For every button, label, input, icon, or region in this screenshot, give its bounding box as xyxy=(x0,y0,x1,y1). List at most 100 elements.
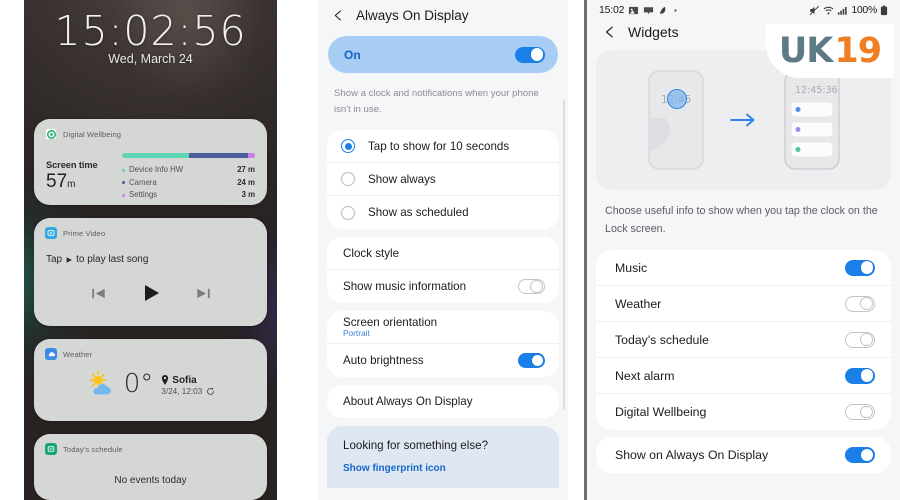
radio-option-label: Show always xyxy=(368,172,436,186)
legend-app-time: 27 m xyxy=(237,165,255,174)
aod-master-toggle-row[interactable]: On xyxy=(328,36,558,73)
widget-toggle-label: Next alarm xyxy=(615,368,675,383)
usage-legend-row: Settings 3 m xyxy=(122,189,255,202)
toggle-switch[interactable] xyxy=(845,404,875,421)
settings-row[interactable]: Auto brightness xyxy=(327,344,559,377)
weather-location-row: Sofia xyxy=(161,375,215,386)
toggle-switch[interactable] xyxy=(518,353,545,369)
toggle-knob xyxy=(860,405,873,418)
lock-clock[interactable]: 15:02:56 xyxy=(24,6,277,56)
widget-toggle-label: Today's schedule xyxy=(615,332,709,347)
footer-link[interactable]: Show fingerprint icon xyxy=(343,463,543,474)
widget-toggle-label: Weather xyxy=(615,296,662,311)
toggle-knob xyxy=(860,297,873,310)
toggle-knob xyxy=(530,280,543,293)
svg-text:12:45:36: 12:45:36 xyxy=(795,85,838,96)
toggle-switch[interactable] xyxy=(845,331,875,348)
settings-row[interactable]: Clock style xyxy=(327,237,559,271)
settings-row-label: Show music information xyxy=(343,280,467,294)
widget-toggle-row[interactable]: Music xyxy=(596,250,891,287)
message-icon xyxy=(643,5,654,16)
settings-row[interactable]: Show music information xyxy=(327,270,559,303)
weather-updated-row: 3/24, 12:03 xyxy=(161,387,215,396)
lock-date: Wed, March 24 xyxy=(108,52,193,66)
widget-toggle-row[interactable]: Next alarm xyxy=(596,358,891,395)
widget-toggle-label: Show on Always On Display xyxy=(615,448,769,463)
page-title: Always On Display xyxy=(356,8,469,23)
aod-display-mode-group: Tap to show for 10 seconds Show always Sho… xyxy=(327,130,559,230)
toggle-switch[interactable] xyxy=(518,279,545,295)
widget-toggle-row[interactable]: Weather xyxy=(596,286,891,323)
toggle-knob xyxy=(531,354,544,367)
previous-track-icon[interactable] xyxy=(90,285,107,302)
toggle-switch[interactable] xyxy=(845,367,875,384)
aod-master-toggle-switch[interactable] xyxy=(515,46,545,63)
play-icon[interactable] xyxy=(140,282,162,304)
wifi-icon xyxy=(823,5,834,16)
weather-meta: Sofia 3/24, 12:03 xyxy=(161,373,215,396)
usage-bar-segment xyxy=(122,153,189,158)
radio-option-label: Tap to show for 10 seconds xyxy=(368,139,510,153)
legend-color-dot xyxy=(122,181,125,185)
radio-option-row[interactable]: Show as scheduled xyxy=(327,196,559,229)
widgets-aod-group: Show on Always On Display xyxy=(596,437,891,474)
radio-option-row[interactable]: Tap to show for 10 seconds xyxy=(327,130,559,164)
back-icon[interactable] xyxy=(603,25,617,39)
widget-title: Prime Video xyxy=(63,228,106,238)
aod-footer-suggestion: Looking for something else? Show fingerp… xyxy=(327,426,559,489)
hero-phone-after: 12:45:36 xyxy=(783,70,840,170)
aod-clock-group: Clock style Show music information xyxy=(327,237,559,304)
app-usage-chart: Device Info HW 27 m Camera 24 m Settings 3 m xyxy=(122,146,255,202)
screen-time-value: 57m xyxy=(46,171,122,193)
message-after: to play last song xyxy=(76,254,149,265)
widget-toggle-row[interactable]: Today's schedule xyxy=(596,322,891,359)
widget-weather[interactable]: Weather 0° Sofia 3/24, 12:03 xyxy=(34,339,267,421)
settings-row[interactable]: About Always On Display xyxy=(327,385,559,418)
media-controls xyxy=(34,282,267,304)
lock-screen-panel: 15:02:56 Wed, March 24 Digital Wellbeing… xyxy=(24,0,277,500)
screen-time-label: Screen time xyxy=(46,160,98,170)
toggle-switch[interactable] xyxy=(845,295,875,312)
widget-header: Today's schedule xyxy=(34,434,267,455)
widget-header: Digital Wellbeing xyxy=(34,119,267,140)
scrollbar[interactable] xyxy=(563,100,565,410)
toggle-switch[interactable] xyxy=(845,259,875,276)
widget-digital-wellbeing[interactable]: Digital Wellbeing Screen time 57m Device… xyxy=(34,119,267,205)
aod-top-bar: Always On Display xyxy=(318,0,568,33)
partly-cloudy-icon xyxy=(86,369,116,399)
legend-app-name: Device Info HW xyxy=(129,165,184,174)
legend-app-time: 24 m xyxy=(237,177,255,187)
status-bar: 15:02 100% xyxy=(587,0,900,18)
radio-button[interactable] xyxy=(341,205,355,220)
screen-time-block: Screen time 57m xyxy=(46,146,122,202)
back-icon[interactable] xyxy=(332,9,345,22)
widget-title: Digital Wellbeing xyxy=(63,129,122,139)
next-track-icon[interactable] xyxy=(195,285,212,302)
settings-row[interactable]: Screen orientation Portrait xyxy=(327,311,559,345)
widget-todays-schedule[interactable]: Today's schedule No events today xyxy=(34,434,267,500)
toggle-switch[interactable] xyxy=(845,447,875,464)
radio-button[interactable] xyxy=(341,139,355,154)
page-title: Widgets xyxy=(628,24,679,40)
calendar-icon xyxy=(45,443,57,455)
aod-about-group: About Always On Display xyxy=(327,385,559,419)
aod-screen-group: Screen orientation Portrait Auto brightnes… xyxy=(327,311,559,378)
hero-phone-before: 12:45 xyxy=(647,70,704,170)
widget-toggle-row[interactable]: Show on Always On Display xyxy=(596,437,891,473)
signal-icon xyxy=(837,5,848,16)
usage-legend-row: Camera 24 m xyxy=(122,177,255,190)
widget-toggle-row[interactable]: Digital Wellbeing xyxy=(596,394,891,430)
status-bar-time: 15:02 xyxy=(599,4,625,16)
refresh-icon[interactable] xyxy=(206,386,215,396)
weather-city: Sofia xyxy=(172,374,197,386)
widgets-list-group: Music Weather Today's schedule Next alarm Di… xyxy=(596,250,891,431)
radio-button[interactable] xyxy=(341,172,355,187)
radio-option-row[interactable]: Show always xyxy=(327,163,559,197)
watermark-part2: 19 xyxy=(834,31,882,71)
always-on-display-settings-panel: Always On Display On Show a clock and no… xyxy=(318,0,568,500)
widgets-settings-panel: 15:02 100% Widgets 12:45:36 Choose usefu… xyxy=(584,0,900,500)
widget-prime-video[interactable]: Prime Video Tap to play last song xyxy=(34,218,267,326)
legend-app-name: Camera xyxy=(129,177,157,187)
usage-stacked-bar xyxy=(122,153,255,158)
battery-percent: 100% xyxy=(851,4,877,16)
